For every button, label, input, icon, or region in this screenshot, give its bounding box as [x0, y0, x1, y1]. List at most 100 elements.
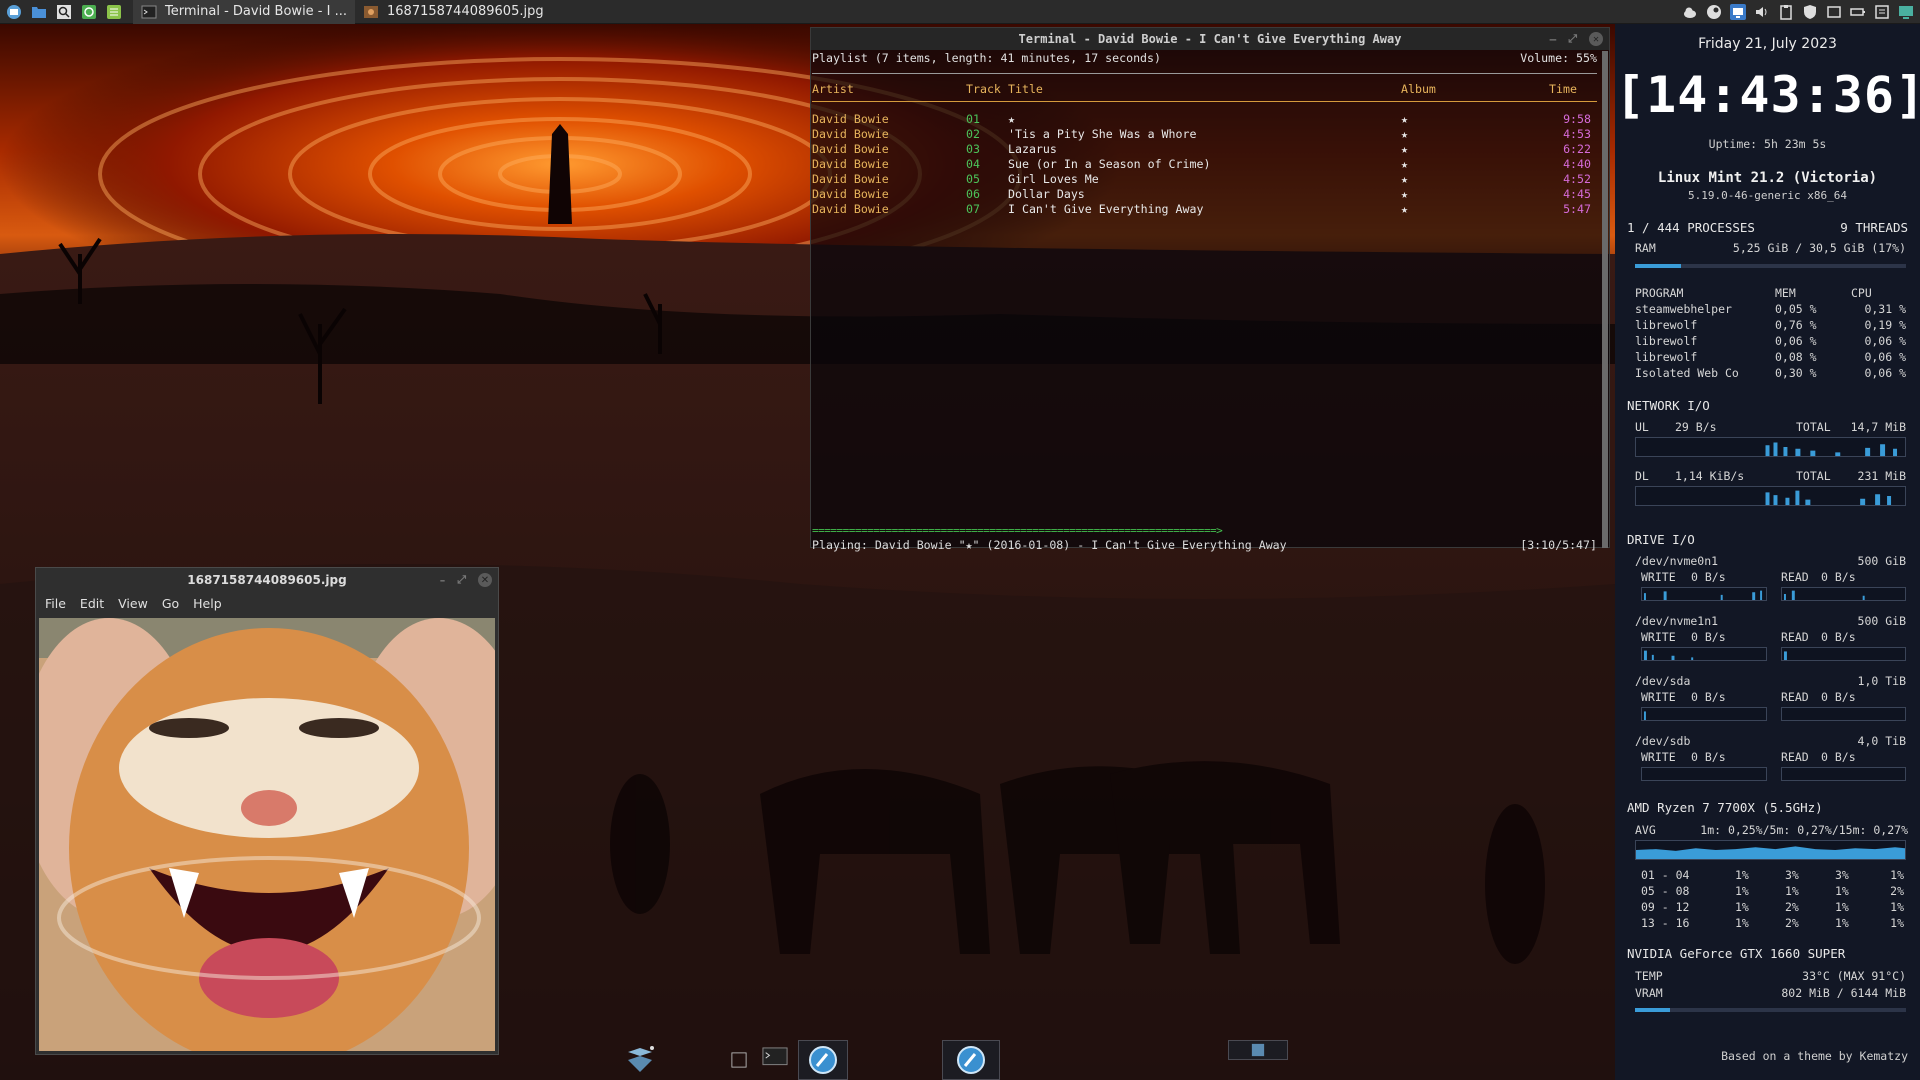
notes-icon[interactable] — [1874, 4, 1890, 20]
cpu-core-range: 13 - 16 — [1641, 916, 1690, 930]
workspace-icon[interactable] — [730, 1040, 748, 1080]
column-track[interactable]: Track — [966, 82, 1001, 97]
task-image-viewer-label: 1687158744089605.jpg — [387, 4, 544, 19]
track-time: 4:53 — [1563, 127, 1591, 141]
proc-header-cpu: CPU — [1851, 286, 1872, 300]
track-artist: David Bowie — [812, 112, 889, 126]
playlist-row-current[interactable]: David Bowie 07 I Can't Give Everything A… — [811, 202, 1597, 217]
close-icon[interactable]: ✕ — [478, 573, 492, 587]
thread-count: 9 THREADS — [1840, 220, 1908, 235]
proc-mem: 0,08 % — [1775, 350, 1817, 364]
track-title: I Can't Give Everything Away — [1008, 202, 1204, 216]
clipboard-icon[interactable] — [1778, 4, 1794, 20]
viewer-image[interactable] — [39, 618, 495, 1051]
conky-distro: Linux Mint 21.2 (Victoria) — [1657, 170, 1878, 186]
playlist-row[interactable]: David Bowie 01 ★ ★ 9:58 — [811, 112, 1597, 127]
cpu-core-load: 1% — [1785, 884, 1799, 898]
menu-help[interactable]: Help — [193, 596, 222, 611]
terminal-title: Terminal - David Bowie - I Can't Give Ev… — [1018, 32, 1402, 46]
browser-icon[interactable] — [942, 1040, 1000, 1080]
terminal-window[interactable]: Terminal - David Bowie - I Can't Give Ev… — [810, 27, 1610, 552]
ul-total-label: TOTAL — [1796, 420, 1831, 434]
vram-usage-fill — [1635, 1008, 1671, 1012]
viewer-titlebar[interactable]: 1687158744089605.jpg – ⤢ ✕ — [36, 568, 498, 592]
header-divider — [812, 73, 1597, 74]
download-graph — [1635, 486, 1906, 506]
display-icon[interactable] — [1898, 4, 1914, 20]
drive-read: 0 B/s — [1821, 630, 1856, 644]
playback-progress-bar[interactable]: ========================================… — [812, 524, 1223, 538]
playlist-row[interactable]: David Bowie 05 Girl Loves Me ★ 4:52 — [811, 172, 1597, 187]
playlist-row[interactable]: David Bowie 04 Sue (or In a Season of Cr… — [811, 157, 1597, 172]
track-number: 07 — [966, 202, 980, 216]
network-icon[interactable] — [1730, 3, 1746, 20]
proc-cpu: 0,06 % — [1864, 366, 1906, 380]
minimize-icon[interactable]: – — [440, 574, 446, 587]
volume-icon[interactable] — [1754, 4, 1770, 20]
ram-usage-bar — [1635, 264, 1906, 268]
menu-file[interactable]: File — [45, 596, 66, 611]
drive-read: 0 B/s — [1821, 750, 1856, 764]
terminal-titlebar[interactable]: Terminal - David Bowie - I Can't Give Ev… — [811, 28, 1609, 50]
steam-icon[interactable] — [1706, 4, 1722, 20]
playlist-row[interactable]: David Bowie 06 Dollar Days ★ 4:45 — [811, 187, 1597, 202]
mint-menu-icon[interactable] — [3, 1, 25, 23]
track-number: 01 — [966, 112, 980, 126]
bottom-dock — [620, 1040, 1290, 1080]
terminal-scrollbar[interactable] — [1602, 51, 1608, 548]
gpu-vram: 802 MiB / 6144 MiB — [1781, 986, 1906, 1000]
drive-write-label: WRITE — [1641, 630, 1676, 644]
proc-mem: 0,30 % — [1775, 366, 1817, 380]
viewer-title: 1687158744089605.jpg — [187, 573, 347, 587]
folder-icon[interactable] — [28, 1, 50, 23]
recycle-icon[interactable] — [78, 1, 100, 23]
battery-icon[interactable] — [1850, 4, 1866, 20]
maximize-icon[interactable]: ⤢ — [457, 573, 466, 587]
maximize-icon[interactable]: ⤢ — [1568, 32, 1577, 46]
conky-system-monitor: Friday 21, July 2023 [14:43:36] Uptime: … — [1615, 24, 1920, 1080]
cat-photo — [39, 618, 495, 1051]
track-artist: David Bowie — [812, 157, 889, 171]
menu-view[interactable]: View — [118, 596, 148, 611]
window-preview-icon[interactable] — [1228, 1040, 1288, 1060]
drive-write-graph — [1641, 647, 1767, 661]
minimize-icon[interactable]: – — [1550, 33, 1557, 46]
app-grid-icon[interactable] — [620, 1040, 660, 1080]
proc-cpu: 0,06 % — [1864, 334, 1906, 348]
column-artist[interactable]: Artist — [812, 82, 854, 97]
notes-icon[interactable] — [103, 1, 125, 23]
column-album[interactable]: Album — [1401, 82, 1436, 97]
top-panel: Terminal - David Bowie - I ... 168715874… — [0, 0, 1920, 24]
track-time: 4:52 — [1563, 172, 1591, 186]
terminal-icon[interactable] — [760, 1040, 790, 1080]
browser-icon[interactable] — [798, 1040, 848, 1080]
playlist-summary: Playlist (7 items, length: 41 minutes, 1… — [812, 51, 1162, 65]
shield-icon[interactable] — [1802, 4, 1818, 20]
menu-go[interactable]: Go — [162, 596, 179, 611]
column-title[interactable]: Title — [1008, 82, 1043, 97]
track-time: 4:40 — [1563, 157, 1591, 171]
cpu-avg-graph — [1635, 840, 1906, 860]
playlist-header: Playlist (7 items, length: 41 minutes, 1… — [812, 51, 1597, 66]
cpu-core-load: 1% — [1835, 884, 1849, 898]
terminal-icon — [141, 5, 157, 18]
menu-edit[interactable]: Edit — [80, 596, 104, 611]
ram-value: 5,25 GiB / 30,5 GiB (17%) — [1732, 241, 1906, 255]
search-icon[interactable] — [53, 1, 75, 23]
playlist-row[interactable]: David Bowie 02 'Tis a Pity She Was a Who… — [811, 127, 1597, 142]
column-time[interactable]: Time — [1549, 82, 1577, 97]
track-album: ★ — [1401, 202, 1408, 216]
drive-size: 500 GiB — [1857, 554, 1906, 568]
close-icon[interactable]: ✕ — [1589, 32, 1603, 46]
proc-mem: 0,06 % — [1775, 334, 1817, 348]
image-viewer-window[interactable]: 1687158744089605.jpg – ⤢ ✕ File Edit Vie… — [35, 567, 499, 1055]
cloud-icon[interactable] — [1682, 4, 1698, 20]
process-count: 1 / 444 PROCESSES — [1627, 220, 1755, 235]
playlist-row[interactable]: David Bowie 03 Lazarus ★ 6:22 — [811, 142, 1597, 157]
task-terminal[interactable]: Terminal - David Bowie - I ... — [133, 0, 355, 24]
task-image-viewer[interactable]: 1687158744089605.jpg — [355, 0, 552, 24]
window-icon[interactable] — [1826, 4, 1842, 20]
cpu-core-load: 1% — [1890, 900, 1904, 914]
track-album: ★ — [1401, 187, 1408, 201]
drive-write-label: WRITE — [1641, 750, 1676, 764]
